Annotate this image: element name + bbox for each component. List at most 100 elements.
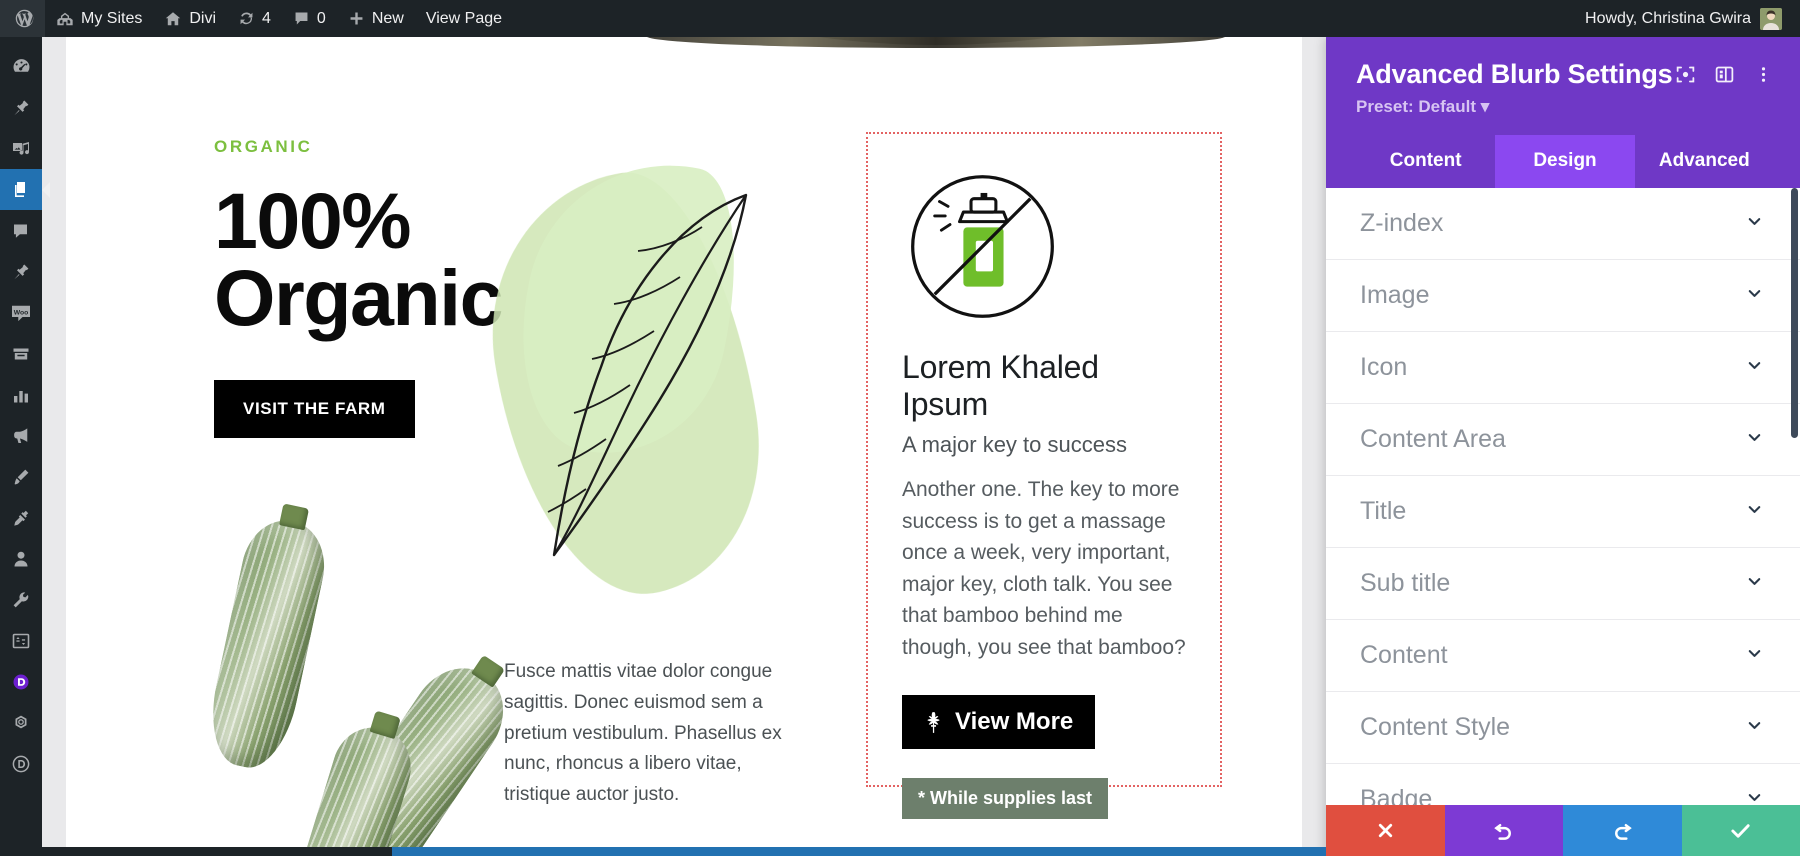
- adminbar-site-name-label: Divi: [189, 9, 217, 27]
- adminbar-site-name[interactable]: Divi: [153, 0, 227, 37]
- sidebar-item-media[interactable]: [0, 128, 42, 169]
- plus-icon: [350, 12, 363, 25]
- sidebar-item-comments[interactable]: [0, 210, 42, 251]
- panel-footer: [1326, 805, 1800, 856]
- chevron-down-icon: [1745, 788, 1764, 806]
- panel-header-icons: [1675, 59, 1774, 90]
- panel-layout-icon[interactable]: [1714, 64, 1735, 90]
- accordion-z-index[interactable]: Z-index: [1326, 188, 1800, 260]
- pages-icon: [15, 181, 25, 197]
- sidebar-item-pages[interactable]: [0, 169, 50, 210]
- sliders-icon: [12, 633, 30, 648]
- cancel-button[interactable]: [1326, 805, 1445, 856]
- tab-content[interactable]: Content: [1356, 135, 1495, 188]
- wrench-icon: [13, 591, 29, 607]
- editor-bottom-bar[interactable]: [42, 847, 1326, 856]
- sidebar-item-posts[interactable]: [0, 87, 42, 128]
- check-icon: [1731, 824, 1750, 838]
- sidebar-item-appearance[interactable]: [0, 456, 42, 497]
- gear-icon: [15, 715, 27, 728]
- redo-button[interactable]: [1563, 805, 1682, 856]
- hero-curve-decoration: [586, 37, 1286, 48]
- close-icon: [1378, 823, 1392, 838]
- preset-selector[interactable]: Preset: Default ▾: [1356, 97, 1774, 117]
- accordion-content-area[interactable]: Content Area: [1326, 404, 1800, 476]
- chart-icon: [14, 390, 28, 402]
- updates-icon: [240, 12, 253, 25]
- panel-accordion-list[interactable]: Z-index Image Icon Content Area Title Su…: [1326, 188, 1800, 805]
- accordion-content[interactable]: Content: [1326, 620, 1800, 692]
- accordion-content-style[interactable]: Content Style: [1326, 692, 1800, 764]
- accordion-label: Content: [1360, 641, 1448, 669]
- tab-design[interactable]: Design: [1495, 135, 1635, 188]
- blurb-body-text: Another one. The key to more success is …: [902, 478, 1186, 659]
- blurb-title: Lorem Khaled Ipsum: [902, 349, 1099, 422]
- sidebar-item-divi-engine[interactable]: [0, 661, 42, 702]
- chevron-down-icon: [1745, 428, 1764, 452]
- sidebar-item-marketing[interactable]: [0, 415, 42, 456]
- undo-button[interactable]: [1444, 805, 1563, 856]
- accordion-title[interactable]: Title: [1326, 476, 1800, 548]
- panel-header-row: Advanced Blurb Settings: [1356, 59, 1774, 90]
- middle-paragraph: Fusce mattis vitae dolor congue sagittis…: [504, 661, 782, 806]
- svg-text:Woo: Woo: [14, 309, 29, 316]
- accordion-image[interactable]: Image: [1326, 260, 1800, 332]
- view-more-label: View More: [955, 708, 1074, 735]
- sidebar-item-tools[interactable]: [0, 579, 42, 620]
- accordion-label: Title: [1360, 497, 1407, 525]
- chevron-down-icon: [1745, 644, 1764, 668]
- wordpress-logo-icon: [15, 9, 34, 28]
- brush-icon: [14, 469, 29, 484]
- sidebar-item-users[interactable]: [0, 538, 42, 579]
- accordion-icon[interactable]: Icon: [1326, 332, 1800, 404]
- adminbar-view-page-label: View Page: [425, 9, 503, 27]
- visit-the-farm-button[interactable]: VISIT THE FARM: [214, 380, 415, 439]
- chevron-down-icon: [1745, 212, 1764, 236]
- panel-scrollbar[interactable]: [1791, 188, 1798, 438]
- no-pesticide-icon: [906, 170, 1059, 323]
- sidebar-item-woocommerce[interactable]: Woo: [0, 292, 42, 333]
- accordion-sub-title[interactable]: Sub title: [1326, 548, 1800, 620]
- adminbar-updates[interactable]: 4: [227, 0, 282, 37]
- sidebar-item-products[interactable]: [0, 333, 42, 374]
- adminbar-greeting: Howdy, Christina Gwira: [1585, 9, 1751, 27]
- focus-target-icon[interactable]: [1675, 64, 1696, 90]
- sidebar-item-gear-plugin[interactable]: [0, 702, 42, 743]
- sidebar-item-dashboard[interactable]: [0, 46, 42, 87]
- adminbar-comments[interactable]: 0: [282, 0, 337, 37]
- sidebar-item-divi[interactable]: [0, 743, 42, 784]
- hero-middle-column: Fusce mattis vitae dolor congue sagittis…: [468, 138, 786, 805]
- redo-icon: [1614, 823, 1632, 840]
- chevron-down-icon: [1745, 716, 1764, 740]
- accordion-badge[interactable]: Badge: [1326, 764, 1800, 805]
- adminbar-my-sites[interactable]: My Sites: [45, 0, 153, 37]
- sidebar-item-plugins[interactable]: [0, 497, 42, 538]
- plug-icon: [14, 510, 29, 526]
- sidebar-item-portfolio[interactable]: [0, 251, 42, 292]
- sidebar-item-settings[interactable]: [0, 620, 42, 661]
- adminbar-view-page[interactable]: View Page: [415, 0, 513, 37]
- status-badge[interactable]: * While supplies last: [902, 778, 1109, 819]
- save-button[interactable]: [1681, 805, 1800, 856]
- undo-icon: [1494, 823, 1512, 840]
- divi-engine-icon: [13, 674, 29, 689]
- more-vertical-icon[interactable]: [1753, 64, 1774, 90]
- zucchini-1: [200, 503, 334, 775]
- chevron-down-icon: [1745, 356, 1764, 380]
- spinach-leaf-illustration: [468, 138, 786, 627]
- page-preview-canvas[interactable]: ORGANIC 100% Organic VISIT THE FARM Fusc…: [42, 37, 1326, 856]
- adminbar-new-content[interactable]: New: [337, 0, 415, 37]
- adminbar-account[interactable]: Howdy, Christina Gwira: [1574, 0, 1800, 37]
- hero-eyebrow: ORGANIC: [214, 137, 313, 156]
- blurb-subtitle: A major key to success: [902, 432, 1127, 457]
- panel-header: Advanced Blurb Settings Preset: Default …: [1326, 37, 1800, 188]
- adminbar-comments-count: 0: [316, 9, 326, 27]
- view-more-button[interactable]: View More: [902, 695, 1096, 749]
- blurb-module[interactable]: Lorem Khaled Ipsum A major key to succes…: [866, 132, 1222, 819]
- chevron-down-icon: [1745, 572, 1764, 596]
- adminbar-my-sites-label: My Sites: [81, 9, 143, 27]
- woo-icon: Woo: [12, 305, 30, 321]
- wordpress-logo-button[interactable]: [0, 0, 45, 37]
- tab-advanced[interactable]: Advanced: [1635, 135, 1774, 188]
- sidebar-item-analytics[interactable]: [0, 374, 42, 415]
